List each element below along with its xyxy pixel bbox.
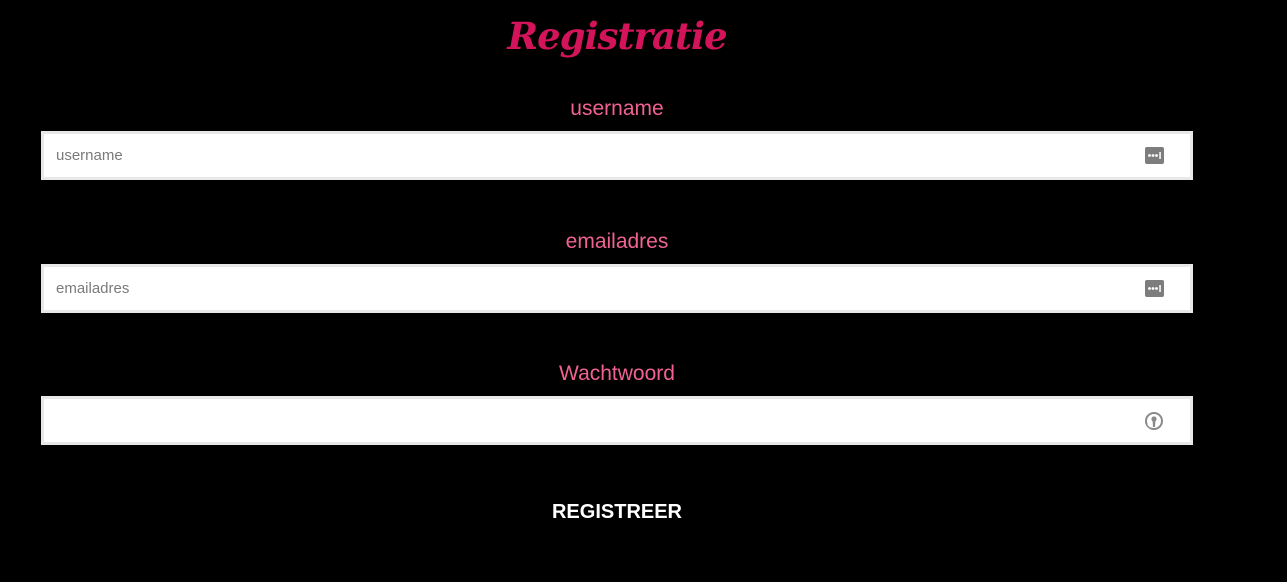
key-generator-icon[interactable]	[1144, 411, 1164, 431]
email-label: emailadres	[565, 230, 669, 253]
password-input[interactable]	[44, 399, 1124, 442]
email-field	[41, 264, 1193, 313]
registration-page: Registratie username emailadres	[0, 0, 1287, 582]
username-field	[41, 131, 1193, 180]
password-manager-icon[interactable]	[1144, 279, 1164, 299]
register-button[interactable]: REGISTREER	[0, 498, 1234, 526]
page-title: Registratie	[507, 14, 727, 58]
email-input[interactable]	[44, 267, 1124, 310]
username-label: username	[570, 97, 664, 120]
password-manager-icon[interactable]	[1144, 146, 1164, 166]
username-input[interactable]	[44, 134, 1124, 177]
password-field	[41, 396, 1193, 445]
password-label: Wachtwoord	[559, 362, 675, 385]
